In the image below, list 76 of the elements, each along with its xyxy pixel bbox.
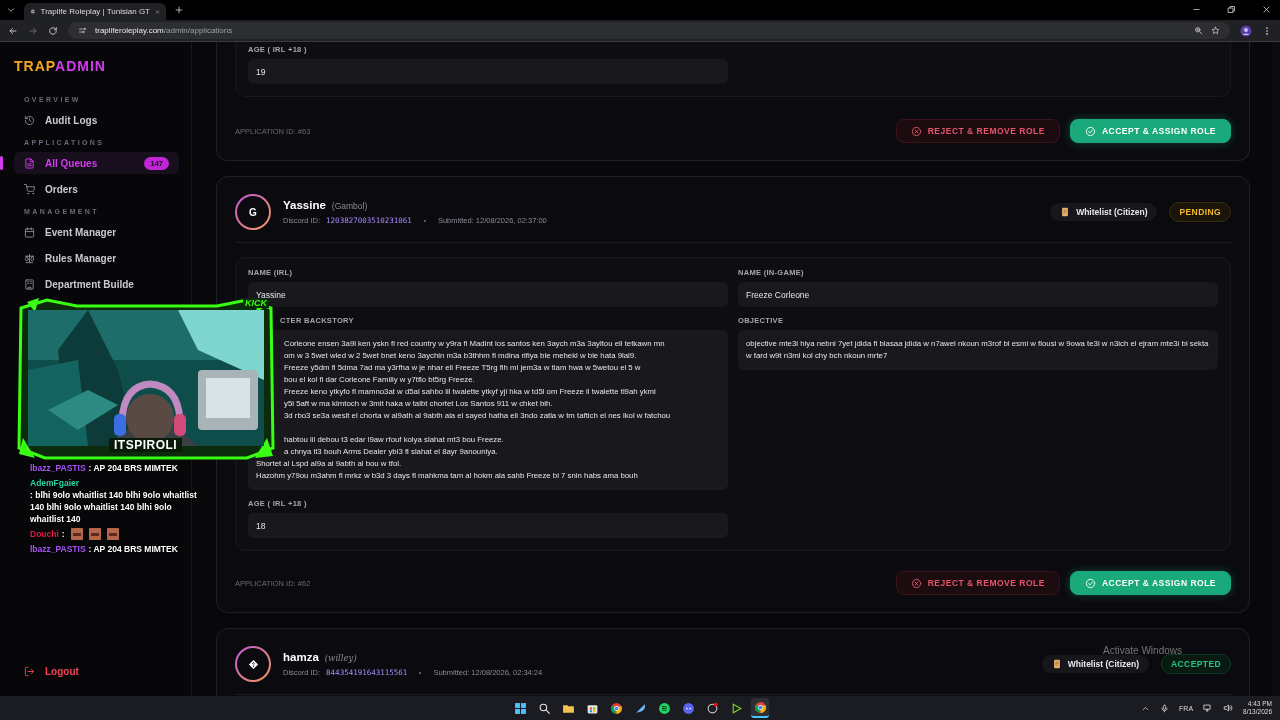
cart-icon <box>24 183 35 195</box>
volume-icon[interactable] <box>1223 703 1234 713</box>
role-name: Whitelist (Citizen) <box>1076 207 1148 217</box>
site-info-icon[interactable] <box>78 26 87 35</box>
active-indicator <box>0 156 3 170</box>
applicant-name: hamza <box>283 651 319 663</box>
ring-icon <box>705 701 719 715</box>
sidebar-item[interactable]: Event Manager <box>14 221 179 243</box>
profile-icon[interactable] <box>1240 24 1252 37</box>
reload-icon[interactable] <box>48 25 58 36</box>
discord-icon <box>681 701 695 715</box>
star-icon[interactable] <box>1211 26 1220 35</box>
logout-link[interactable]: Logout <box>14 660 179 682</box>
chrome-icon <box>753 700 767 714</box>
feather-icon <box>633 701 647 715</box>
microphone-icon[interactable] <box>1160 703 1170 713</box>
chat-message: : AP 204 BRS MIMTEK <box>88 543 178 555</box>
tab-title: Traplife Roleplay | Tunisian GT <box>40 7 150 16</box>
applicant-alias: (willey) <box>324 653 357 663</box>
value-field: Freeze Corleone <box>738 282 1218 307</box>
x-circle-icon <box>910 577 922 589</box>
chat-message: : blhi 9olo whaitlist 140 blhi 9olo whaitlist 140 blhi 9olo whaitlist 140 blhi 9olo whaitlist 140 <box>30 489 198 525</box>
avatar: G <box>235 194 271 230</box>
chat-username: AdemFgaier <box>30 477 80 489</box>
scroll-icon <box>1051 659 1062 669</box>
close-icon[interactable] <box>1262 5 1271 14</box>
check-circle-icon <box>1084 125 1096 137</box>
url-text: trapliferoleplay.com/admin/applications <box>95 26 233 35</box>
x-circle-icon <box>910 125 922 137</box>
chat-username: lbazz_PASTIS <box>30 543 86 555</box>
browser-tab[interactable]: Traplife Roleplay | Tunisian GT <box>24 3 166 20</box>
chat-message: : AP 204 BRS MIMTEK <box>88 462 178 474</box>
reject-button[interactable]: REJECT & REMOVE ROLE <box>895 119 1060 143</box>
chat-username: Douchi <box>30 528 59 540</box>
platform-label: KICK <box>243 298 269 308</box>
search-icon <box>537 701 551 715</box>
applicant-alias: (Gambol) <box>331 201 368 211</box>
status-badge: PENDING <box>1169 202 1231 222</box>
reject-button[interactable]: REJECT & REMOVE ROLE <box>895 571 1060 595</box>
globe-icon <box>30 7 36 16</box>
status-badge: ACCEPTED <box>1161 654 1231 674</box>
role-name: Whitelist (Citizen) <box>1067 659 1140 669</box>
new-tab-icon[interactable] <box>174 5 184 15</box>
calendar-icon <box>24 226 35 238</box>
scrollbar[interactable] <box>1272 42 1280 696</box>
sidebar-item[interactable]: Department Builde <box>14 273 179 295</box>
logout-icon <box>24 665 35 677</box>
network-icon[interactable] <box>1203 703 1214 713</box>
building-icon <box>24 278 35 290</box>
scroll-icon <box>1060 207 1071 217</box>
value-field: 19 <box>248 59 728 84</box>
chat-username: lbazz_PASTIS <box>30 462 86 474</box>
scales-icon <box>24 252 35 264</box>
taskbar-app[interactable] <box>751 698 769 718</box>
forward-icon[interactable] <box>28 25 38 36</box>
address-bar[interactable]: trapliferoleplay.com/admin/applications <box>68 22 1230 39</box>
sidebar-item[interactable]: Audit Logs <box>14 109 179 131</box>
document-icon <box>24 157 35 169</box>
check-circle-icon <box>1084 577 1096 589</box>
history-icon <box>24 114 35 126</box>
sidebar-item[interactable]: Orders <box>14 178 179 200</box>
sidebar-item[interactable]: Rules Manager <box>14 247 179 269</box>
logo: TRAPADMIN <box>14 58 106 74</box>
back-icon[interactable] <box>8 25 18 36</box>
value-field: 18 <box>248 513 728 538</box>
streamer-name: ITSPIROLI <box>109 438 183 452</box>
restore-icon[interactable] <box>1227 5 1236 14</box>
tab-list-icon[interactable] <box>6 5 16 15</box>
spotify-icon <box>657 701 671 715</box>
zoom-icon[interactable] <box>1194 26 1203 35</box>
applicant-name: Yassine <box>283 199 326 211</box>
chrome-icon <box>609 701 623 715</box>
unknown-avatar-icon <box>247 658 259 670</box>
chat-message: : <box>61 528 65 540</box>
activation-notice: Activate Windows <box>1103 645 1182 656</box>
windows-icon <box>513 701 527 715</box>
